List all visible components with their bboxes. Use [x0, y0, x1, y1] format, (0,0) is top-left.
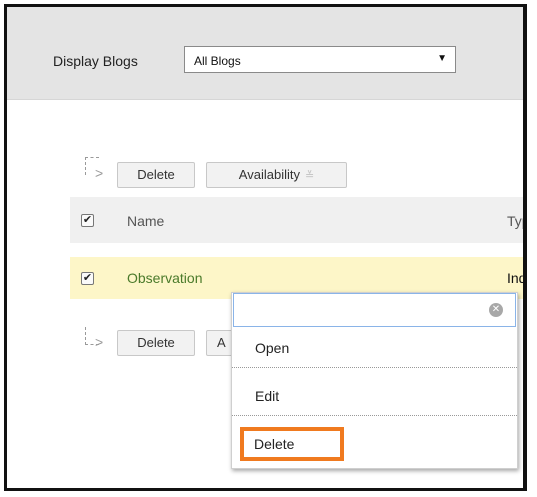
- blog-filter-select[interactable]: All Blogs ▼: [184, 46, 456, 73]
- clear-icon[interactable]: ✕: [489, 303, 503, 317]
- blog-name-link[interactable]: Observation: [127, 270, 202, 286]
- row-context-menu: ✕ Open Edit Delete: [231, 292, 518, 469]
- menu-search-input[interactable]: ✕: [233, 293, 516, 327]
- delete-button-bottom[interactable]: Delete: [117, 330, 195, 356]
- menu-item-open[interactable]: Open: [232, 327, 517, 368]
- blog-type-value: Indi: [507, 270, 527, 286]
- select-all-checkbox[interactable]: ✔: [81, 214, 94, 227]
- row-checkbox[interactable]: ✔: [81, 272, 94, 285]
- chevron-down-icon: ≚: [304, 170, 315, 182]
- availability-button-bottom-label: A: [217, 335, 226, 350]
- dropdown-arrow-icon: ▼: [437, 53, 447, 64]
- menu-item-delete-label: Delete: [254, 436, 295, 452]
- table-header-row: ✔ Name Typ: [70, 197, 527, 243]
- column-header-type[interactable]: Typ: [507, 213, 527, 229]
- menu-item-edit-label: Edit: [255, 388, 280, 404]
- menu-item-open-label: Open: [255, 340, 290, 356]
- connector-arrow-icon-bottom: >: [95, 334, 104, 350]
- availability-button[interactable]: Availability ≚: [206, 162, 347, 188]
- connector-arrow-icon: >: [95, 165, 104, 181]
- screenshot-frame: Display Blogs All Blogs ▼ > Delete Avail…: [4, 4, 527, 491]
- blog-filter-value: All Blogs: [194, 54, 241, 68]
- availability-button-label: Availability: [238, 167, 300, 182]
- display-blogs-label: Display Blogs: [53, 53, 138, 69]
- delete-button-label: Delete: [137, 167, 175, 182]
- delete-button[interactable]: Delete: [117, 162, 195, 188]
- menu-item-edit[interactable]: Edit: [232, 375, 517, 416]
- menu-item-delete[interactable]: Delete: [232, 422, 517, 463]
- filter-bar: Display Blogs All Blogs ▼: [7, 7, 527, 100]
- delete-button-bottom-label: Delete: [137, 335, 175, 350]
- column-header-name[interactable]: Name: [127, 213, 164, 229]
